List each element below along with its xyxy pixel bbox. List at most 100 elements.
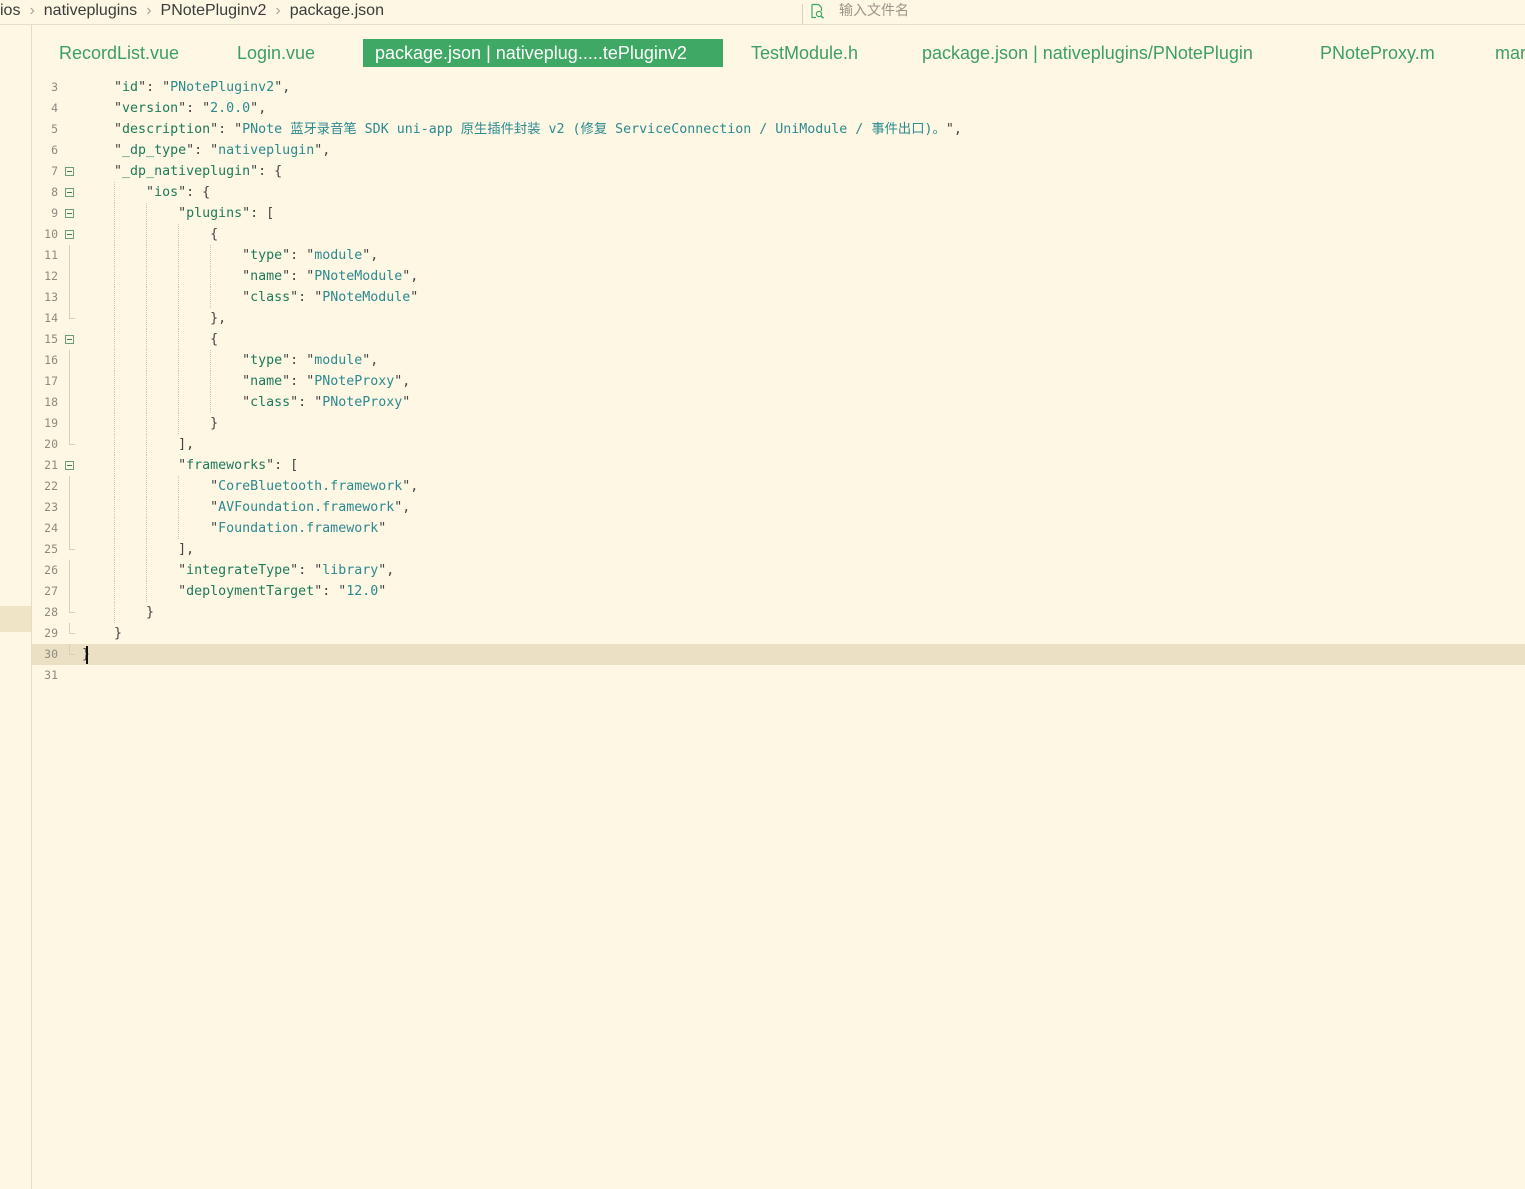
line-number: 4	[51, 101, 58, 115]
editor-tab-bar: RecordList.vue Login.vue package.json | …	[32, 25, 1525, 77]
line-number: 31	[44, 668, 58, 682]
fold-range-bar	[69, 287, 70, 308]
code-text: "description": "PNote 蓝牙录音笔 SDK uni-app …	[114, 122, 962, 137]
code-text: "integrateType": "library",	[178, 563, 395, 578]
tab-package-json-pnoteplugin[interactable]: package.json | nativeplugins/PNotePlugin	[910, 39, 1265, 67]
code-line[interactable]: 25 ],	[32, 539, 1525, 560]
line-number: 10	[44, 227, 58, 241]
code-text: },	[82, 311, 227, 326]
code-text: "class": "PNoteModule"	[242, 290, 419, 305]
breadcrumb-item-pnotepluginv2[interactable]: PNotePluginv2	[161, 2, 267, 20]
code-text: "_dp_type": "nativeplugin",	[114, 143, 331, 158]
code-text: "name": "PNoteModule",	[242, 269, 419, 284]
line-number: 21	[44, 458, 58, 472]
search-divider	[802, 4, 803, 24]
code-line[interactable]: 12 "name": "PNoteModule",	[32, 266, 1525, 287]
fold-collapse-icon[interactable]	[65, 167, 74, 176]
line-number: 19	[44, 416, 58, 430]
code-text: {	[82, 227, 219, 242]
code-line[interactable]: 16 "type": "module",	[32, 350, 1525, 371]
breadcrumb-item-package-json[interactable]: package.json	[290, 2, 384, 20]
code-line[interactable]: 21 "frameworks": [	[32, 455, 1525, 476]
code-line[interactable]: 18 "class": "PNoteProxy"	[32, 392, 1525, 413]
code-text: ],	[82, 542, 195, 557]
tab-mar[interactable]: mar	[1483, 39, 1525, 67]
fold-range-bar	[69, 392, 70, 413]
fold-range-bar	[69, 476, 70, 497]
code-line[interactable]: 29 }	[32, 623, 1525, 644]
code-text: "deploymentTarget": "12.0"	[178, 584, 387, 599]
code-line[interactable]: 9 "plugins": [	[32, 203, 1525, 224]
fold-collapse-icon[interactable]	[65, 209, 74, 218]
chevron-right-icon	[146, 2, 151, 20]
code-text: "type": "module",	[242, 353, 379, 368]
file-search-box[interactable]	[806, 0, 1525, 22]
fold-collapse-icon[interactable]	[65, 188, 74, 197]
code-line[interactable]: 6 "_dp_type": "nativeplugin",	[32, 140, 1525, 161]
code-line[interactable]: 20 ],	[32, 434, 1525, 455]
code-line[interactable]: 13 "class": "PNoteModule"	[32, 287, 1525, 308]
code-line[interactable]: 28 }	[32, 602, 1525, 623]
fold-range-bar	[69, 581, 70, 602]
code-text: {	[82, 332, 219, 347]
fold-end-marker	[69, 308, 75, 319]
code-line[interactable]: 31	[32, 665, 1525, 686]
line-number: 30	[44, 647, 58, 661]
breadcrumb-item-ios[interactable]: ios	[0, 2, 20, 20]
code-text: "name": "PNoteProxy",	[242, 374, 411, 389]
breadcrumb-item-nativeplugins[interactable]: nativeplugins	[44, 2, 137, 20]
left-side-strip	[0, 25, 32, 1189]
code-line[interactable]: 3 "id": "PNotePluginv2",	[32, 77, 1525, 98]
tab-package-json-pnotepluginv2[interactable]: package.json | nativeplug.....tePluginv2	[363, 39, 723, 67]
code-line[interactable]: 30}	[32, 644, 1525, 665]
code-line[interactable]: 23 "AVFoundation.framework",	[32, 497, 1525, 518]
tab-recordlist-vue[interactable]: RecordList.vue	[47, 39, 191, 67]
code-text: "AVFoundation.framework",	[210, 500, 411, 515]
code-line[interactable]: 8 "ios": {	[32, 182, 1525, 203]
code-line[interactable]: 27 "deploymentTarget": "12.0"	[32, 581, 1525, 602]
tab-testmodule-h[interactable]: TestModule.h	[739, 39, 870, 67]
fold-collapse-icon[interactable]	[65, 335, 74, 344]
line-number: 18	[44, 395, 58, 409]
code-line[interactable]: 10 {	[32, 224, 1525, 245]
code-line[interactable]: 15 {	[32, 329, 1525, 350]
code-line[interactable]: 22 "CoreBluetooth.framework",	[32, 476, 1525, 497]
code-line[interactable]: 19 }	[32, 413, 1525, 434]
line-number: 29	[44, 626, 58, 640]
code-text: }	[82, 626, 123, 641]
code-text: "_dp_nativeplugin": {	[114, 164, 283, 179]
text-cursor	[86, 646, 88, 664]
code-text: "type": "module",	[242, 248, 379, 263]
line-number: 24	[44, 521, 58, 535]
code-text: "CoreBluetooth.framework",	[210, 479, 419, 494]
fold-range-bar	[69, 371, 70, 392]
code-line[interactable]: 17 "name": "PNoteProxy",	[32, 371, 1525, 392]
top-bar: ios nativeplugins PNotePluginv2 package.…	[0, 0, 1525, 25]
code-editor[interactable]: 3 "id": "PNotePluginv2", 4 "version": "2.…	[32, 77, 1525, 1189]
fold-collapse-icon[interactable]	[65, 461, 74, 470]
code-line[interactable]: 7 "_dp_nativeplugin": {	[32, 161, 1525, 182]
fold-collapse-icon[interactable]	[65, 230, 74, 239]
line-number: 26	[44, 563, 58, 577]
code-text: "class": "PNoteProxy"	[242, 395, 411, 410]
file-search-input[interactable]	[839, 3, 1239, 19]
tab-pnoteproxy-m[interactable]: PNoteProxy.m	[1308, 39, 1447, 67]
code-text: "id": "PNotePluginv2",	[114, 80, 291, 95]
code-line[interactable]: 26 "integrateType": "library",	[32, 560, 1525, 581]
code-line[interactable]: 14 },	[32, 308, 1525, 329]
code-line[interactable]: 24 "Foundation.framework"	[32, 518, 1525, 539]
code-line[interactable]: 5 "description": "PNote 蓝牙录音笔 SDK uni-ap…	[32, 119, 1525, 140]
line-number: 9	[51, 206, 58, 220]
code-text: "plugins": [	[178, 206, 275, 221]
chevron-right-icon	[29, 2, 34, 20]
fold-range-bar	[69, 266, 70, 287]
fold-range-bar	[69, 350, 70, 371]
code-line[interactable]: 11 "type": "module",	[32, 245, 1525, 266]
code-line[interactable]: 4 "version": "2.0.0",	[32, 98, 1525, 119]
fold-range-bar	[69, 560, 70, 581]
line-number: 25	[44, 542, 58, 556]
code-text: "ios": {	[146, 185, 211, 200]
fold-end-marker	[69, 623, 75, 634]
fold-range-bar	[69, 497, 70, 518]
tab-login-vue[interactable]: Login.vue	[225, 39, 327, 67]
